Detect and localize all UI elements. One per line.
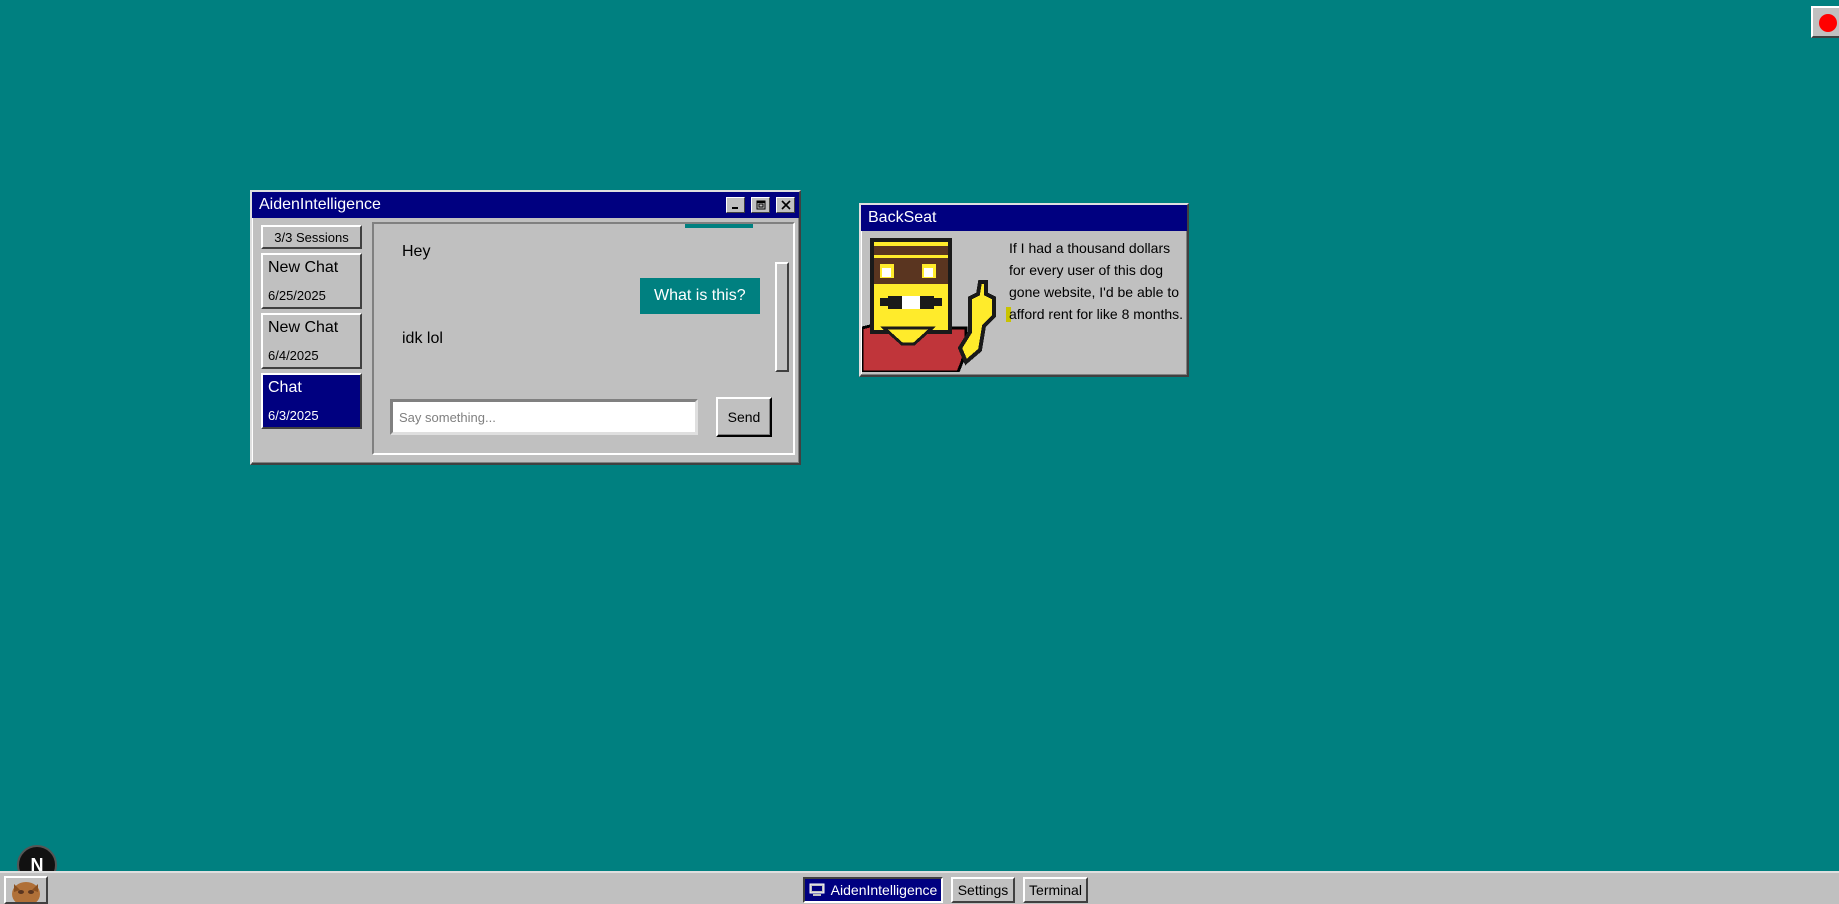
taskbar-item-aidenintelligence[interactable]: AidenIntelligence xyxy=(803,877,943,903)
user-message: What is this? xyxy=(640,278,760,314)
bot-message: Hey xyxy=(402,243,431,260)
window-titlebar[interactable]: AidenIntelligence xyxy=(252,192,799,218)
message-list[interactable]: Hey What is this? idk lol xyxy=(374,224,774,374)
backseat-window: BackSeat If I had a thousand dollars for… xyxy=(859,203,1189,377)
start-button-avatar[interactable] xyxy=(4,876,48,904)
dog-avatar-icon xyxy=(6,878,46,902)
messages-scrollbar[interactable] xyxy=(775,262,789,372)
message-input[interactable] xyxy=(390,399,698,435)
session-item[interactable]: New Chat 6/25/2025 xyxy=(261,253,362,309)
message-bubble-edge xyxy=(685,224,753,228)
maximize-icon xyxy=(756,200,765,210)
session-date: 6/4/2025 xyxy=(268,348,319,363)
record-icon xyxy=(1819,14,1837,32)
aiden-intelligence-window: AidenIntelligence 3/3 Sessions New Chat … xyxy=(250,190,801,465)
chat-panel: Hey What is this? idk lol Send xyxy=(372,222,795,455)
bot-message: idk lol xyxy=(402,330,443,347)
session-title: New Chat xyxy=(268,259,339,276)
character-portrait xyxy=(862,232,1012,372)
taskbar-item-terminal[interactable]: Terminal xyxy=(1023,877,1088,903)
composer: Send xyxy=(390,396,780,438)
session-date: 6/3/2025 xyxy=(268,408,319,423)
record-button[interactable] xyxy=(1811,6,1839,38)
window-title: AidenIntelligence xyxy=(259,196,381,213)
session-item[interactable]: New Chat 6/4/2025 xyxy=(261,313,362,369)
scrollbar-thumb[interactable] xyxy=(775,262,789,372)
minimize-icon xyxy=(732,206,738,209)
session-date: 6/25/2025 xyxy=(268,288,326,303)
session-title: Chat xyxy=(268,379,302,396)
backseat-message: If I had a thousand dollars for every us… xyxy=(1009,240,1184,322)
close-icon xyxy=(780,200,791,210)
close-button[interactable] xyxy=(776,197,795,213)
taskbar-item-label: Terminal xyxy=(1029,882,1082,898)
window-title: BackSeat xyxy=(868,209,937,226)
session-item-active[interactable]: Chat 6/3/2025 xyxy=(261,373,362,429)
taskbar-item-settings[interactable]: Settings xyxy=(951,877,1015,903)
maximize-button[interactable] xyxy=(751,197,770,213)
window-titlebar[interactable]: BackSeat xyxy=(861,205,1187,231)
taskbar-item-label: Settings xyxy=(957,882,1009,898)
taskbar: AidenIntelligence Settings Terminal xyxy=(0,871,1839,904)
computer-icon xyxy=(809,883,825,896)
sessions-count-button[interactable]: 3/3 Sessions xyxy=(261,225,362,249)
sessions-sidebar: 3/3 Sessions New Chat 6/25/2025 New Chat… xyxy=(261,225,362,433)
send-button[interactable]: Send xyxy=(716,397,772,437)
session-title: New Chat xyxy=(268,319,339,336)
taskbar-item-label: AidenIntelligence xyxy=(830,882,938,898)
minimize-button[interactable] xyxy=(726,197,745,213)
